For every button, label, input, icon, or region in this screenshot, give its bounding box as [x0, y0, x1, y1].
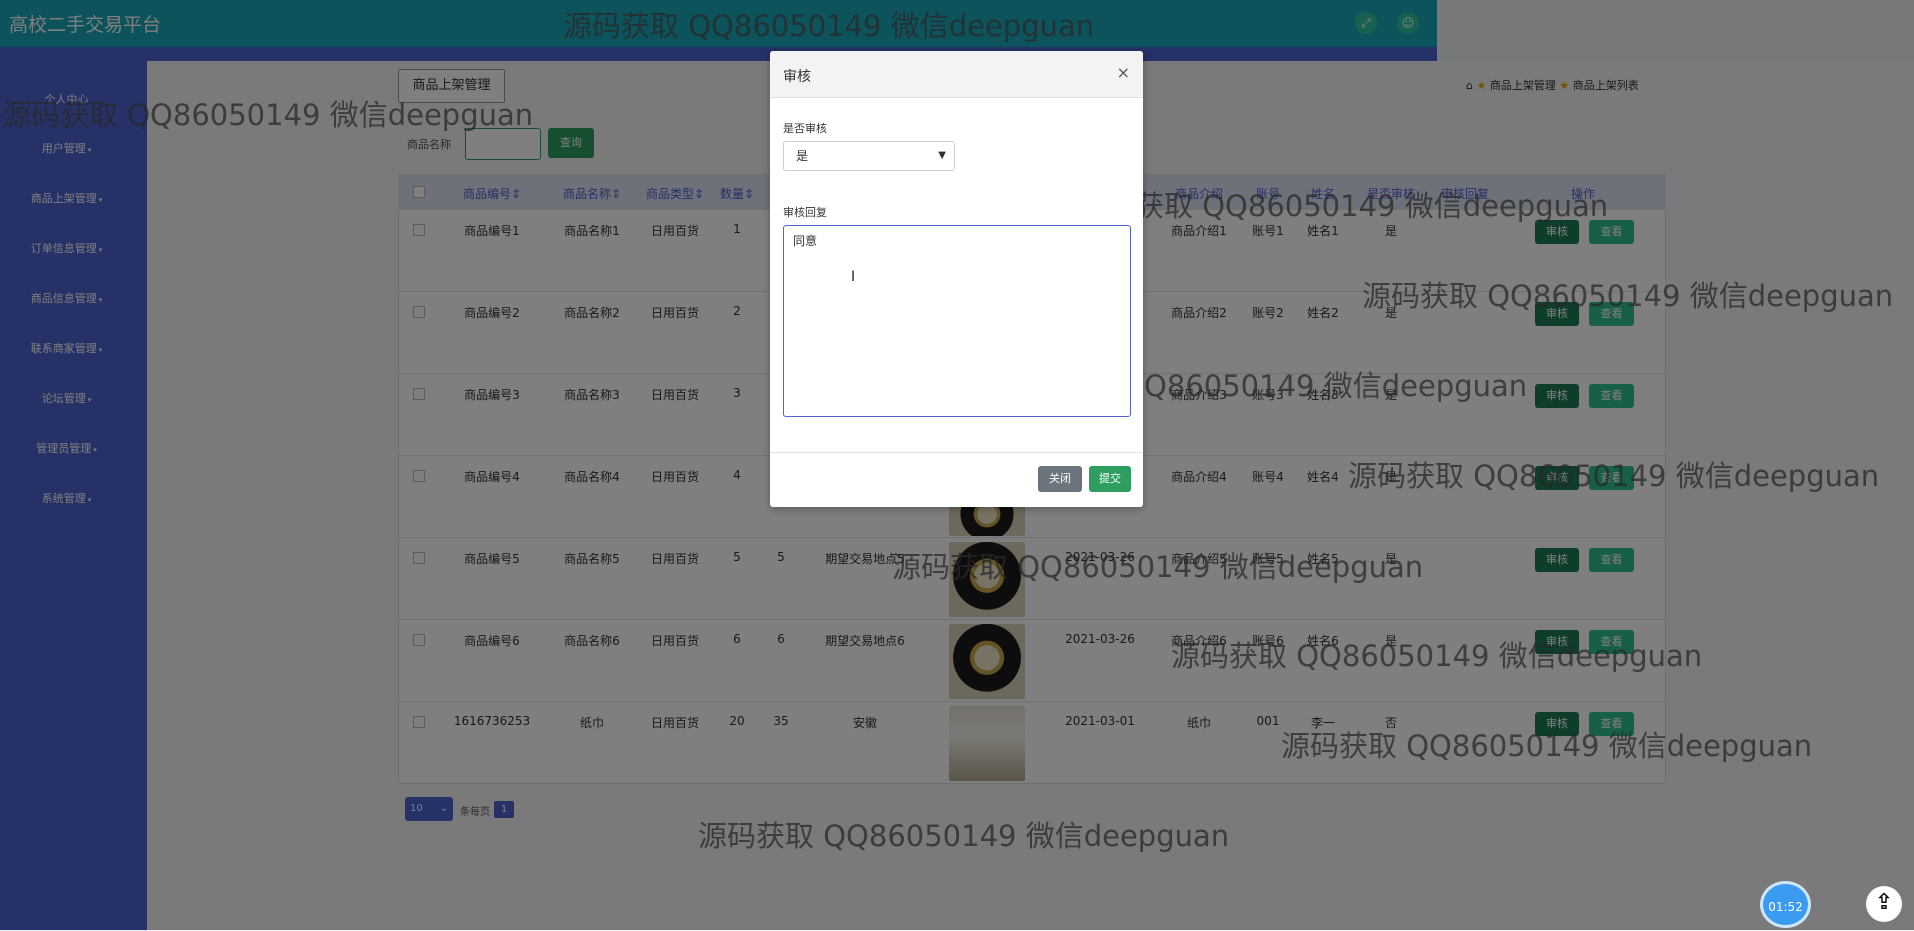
watermark: 源码获取 QQ86050149 微信deepguan [563, 9, 1095, 43]
watermark: 源码获取 QQ86050149 微信deepguan [1281, 729, 1813, 763]
audit-modal: 审核 × 是否审核 是 ▼ 审核回复 同意 I 关闭 提交 [770, 51, 1143, 507]
close-button[interactable]: 关闭 [1038, 466, 1082, 492]
audit-reply-label: 审核回复 [783, 206, 827, 219]
chevron-down-icon: ▼ [938, 150, 946, 161]
audit-reply-text: 同意 [793, 234, 818, 248]
audit-status-value: 是 [796, 149, 809, 163]
watermark: 源码获取 QQ86050149 微信deepguan [1348, 459, 1880, 493]
modal-header: 审核 × [770, 51, 1143, 98]
text-cursor-icon: I [851, 269, 856, 285]
submit-button[interactable]: 提交 [1089, 466, 1131, 492]
modal-divider [770, 452, 1143, 453]
close-icon[interactable]: × [1117, 63, 1130, 82]
watermark: 源码获取 QQ86050149 微信deepguan [2, 98, 534, 132]
audit-status-label: 是否审核 [783, 122, 827, 135]
modal-title: 审核 [783, 69, 811, 85]
watermark: 源码获取 QQ86050149 微信deepguan [1171, 639, 1703, 673]
watermark: 源码获取 QQ86050149 微信deepguan [1077, 189, 1609, 223]
audit-status-select[interactable]: 是 ▼ [783, 141, 955, 171]
recording-timer[interactable]: 01:52 [1760, 881, 1811, 928]
scroll-top-icon[interactable]: ⇪ [1866, 886, 1902, 922]
watermark: 源码获取 QQ86050149 微信deepguan [1362, 279, 1894, 313]
audit-reply-textarea[interactable]: 同意 I [783, 225, 1131, 417]
watermark: 源码获取 QQ86050149 微信deepguan [698, 819, 1230, 853]
watermark: 源码获取 QQ86050149 微信deepguan [892, 550, 1424, 584]
